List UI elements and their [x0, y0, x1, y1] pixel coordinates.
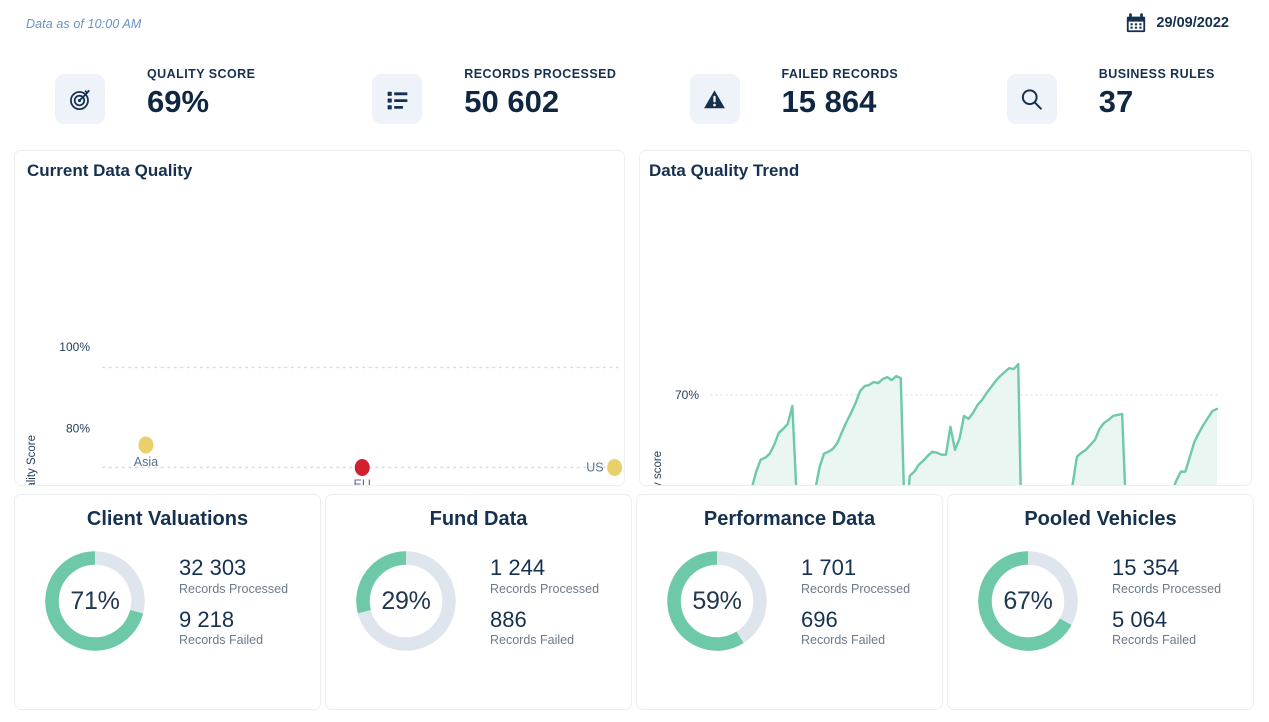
data-quality-trend-card: Data Quality Trend 50%60%70%juin 2022jui… [639, 150, 1252, 486]
scatter-chart[interactable]: 40%60%80%100%05 00010 00015 00020 00025 … [15, 151, 626, 485]
donut-percent: 29% [381, 586, 431, 615]
records-processed-value: 1 244 [490, 555, 546, 581]
kpi-failed-records[interactable]: FAILED RECORDS 15 864 [635, 55, 952, 147]
kpi-label: QUALITY SCORE [147, 67, 256, 81]
kpi-value: 37 [1098, 84, 1134, 119]
donut-card-fund-data: Fund Data 29% 1 244 Records Processed 88… [325, 494, 632, 710]
dashboard-page: Data as of 10:00 AM 29/09/2022 QUALITY S… [0, 0, 1269, 722]
donut-chart-container: 67% [948, 545, 1108, 657]
records-failed-label: Records Failed [490, 632, 575, 647]
records-processed-value: 32 303 [179, 555, 247, 581]
kpi-label: RECORDS PROCESSED [464, 67, 617, 81]
list-icon [372, 74, 423, 124]
donut-chart-container: 29% [326, 545, 486, 657]
date-filter[interactable]: 29/09/2022 [1125, 12, 1229, 34]
svg-text:EU: EU [354, 477, 371, 485]
svg-text:Asia: Asia [134, 455, 158, 469]
donut-chart-container: 59% [637, 545, 797, 657]
svg-text:US: US [586, 460, 603, 474]
kpi-row: QUALITY SCORE 69% RECORDS PROCESSED 50 6… [0, 55, 1269, 147]
donut-card-title: Performance Data [703, 508, 876, 530]
svg-text:Quality Score: Quality Score [26, 435, 38, 485]
kpi-value: 50 602 [464, 84, 560, 119]
records-failed-value: 696 [801, 606, 838, 632]
search-icon [1006, 74, 1057, 124]
target-icon [55, 74, 105, 124]
records-failed-value: 9 218 [179, 606, 235, 632]
svg-text:100%: 100% [59, 340, 90, 354]
records-processed-label: Records Processed [490, 581, 600, 596]
donut-card-performance-data: Performance Data 59% 1 701 Records Proce… [636, 494, 943, 710]
kpi-label: FAILED RECORDS [781, 67, 899, 81]
top-bar: Data as of 10:00 AM 29/09/2022 [0, 0, 1269, 48]
donut-percent: 59% [692, 586, 742, 615]
calendar-icon [1125, 12, 1147, 34]
donut-card-client-valuations: Client Valuations 71% 32 303 Records Pro… [14, 494, 321, 710]
donut-stats: 1 701 Records Processed 696 Records Fail… [797, 555, 910, 647]
records-failed-label: Records Failed [179, 632, 264, 647]
kpi-label: BUSINESS RULES [1098, 67, 1215, 81]
donut-stats: 15 354 Records Processed 5 064 Records F… [1108, 555, 1221, 647]
records-processed-label: Records Processed [179, 581, 289, 596]
donut-stats: 1 244 Records Processed 886 Records Fail… [486, 555, 599, 647]
donut-card-title: Pooled Vehicles [1024, 508, 1177, 530]
warning-triangle-icon [689, 74, 740, 124]
records-processed-label: Records Processed [801, 581, 911, 596]
records-failed-label: Records Failed [1112, 632, 1197, 647]
donut-percent: 67% [1003, 586, 1053, 615]
trend-chart[interactable]: 50%60%70%juin 2022juil. 2022août 2022sep… [640, 151, 1253, 485]
kpi-quality-score[interactable]: QUALITY SCORE 69% [0, 55, 317, 147]
kpi-value: 15 864 [781, 84, 877, 119]
kpi-records-processed[interactable]: RECORDS PROCESSED 50 602 [317, 55, 634, 147]
donut-card-title: Fund Data [429, 508, 528, 530]
records-failed-value: 886 [490, 606, 527, 632]
donut-percent: 71% [70, 586, 120, 615]
donut-card-pooled-vehicles: Pooled Vehicles 67% 15 354 Records Proce… [947, 494, 1254, 710]
donut-card-title: Client Valuations [86, 508, 249, 530]
selected-date: 29/09/2022 [1156, 15, 1229, 31]
records-processed-value: 15 354 [1112, 555, 1180, 581]
svg-text:Quality score: Quality score [652, 451, 664, 485]
records-failed-value: 5 064 [1112, 606, 1168, 632]
kpi-business-rules[interactable]: BUSINESS RULES 37 [952, 55, 1269, 147]
svg-text:70%: 70% [675, 388, 699, 402]
records-processed-value: 1 701 [801, 555, 857, 581]
records-processed-label: Records Processed [1112, 581, 1222, 596]
svg-text:80%: 80% [66, 422, 90, 436]
donut-stats: 32 303 Records Processed 9 218 Records F… [175, 555, 288, 647]
data-as-of-label: Data as of 10:00 AM [26, 17, 142, 31]
current-data-quality-card: Current Data Quality 40%60%80%100%05 000… [14, 150, 625, 486]
kpi-value: 69% [147, 84, 210, 119]
records-failed-label: Records Failed [801, 632, 886, 647]
donut-chart-container: 71% [15, 545, 175, 657]
